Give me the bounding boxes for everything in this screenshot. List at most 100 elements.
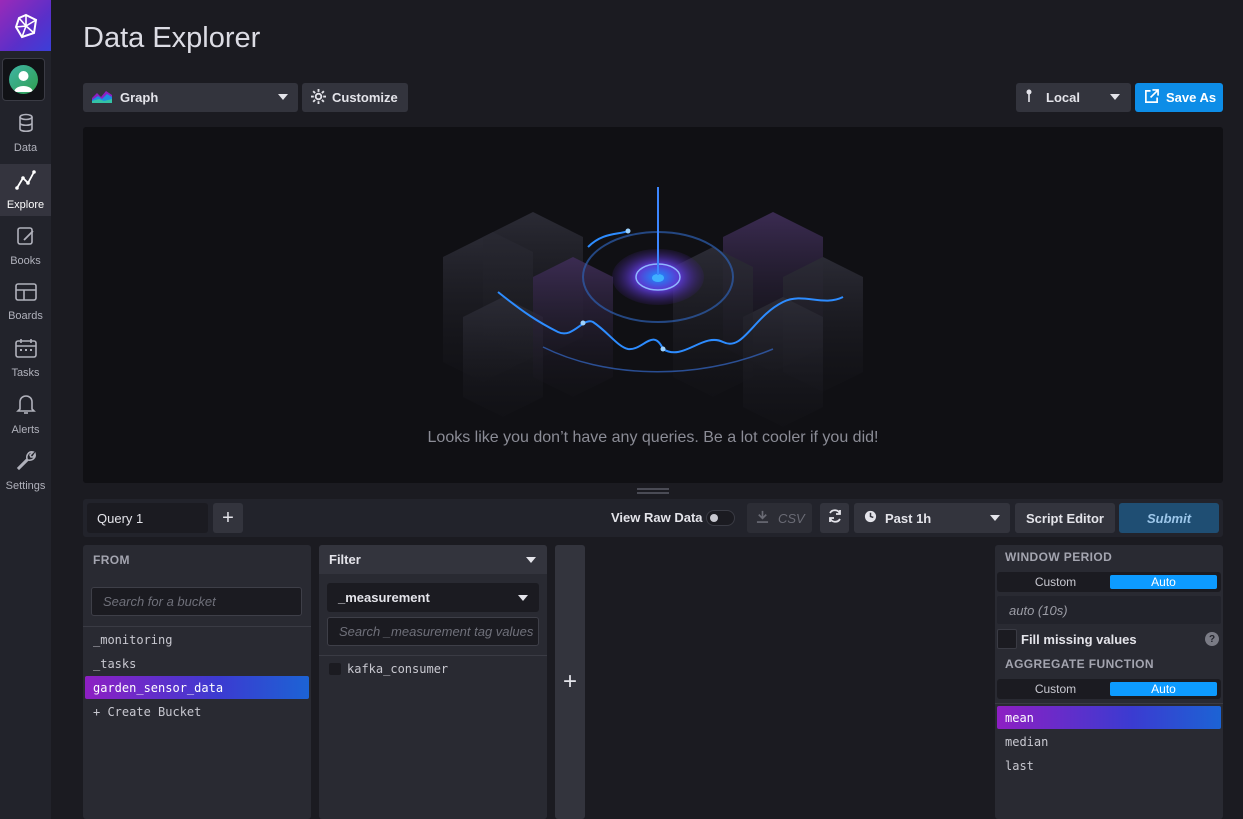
aggregate-panel: WINDOW PERIOD Custom Auto auto (10s) Fil… [995,545,1223,819]
clock-icon [864,510,877,526]
bell-icon [15,393,36,420]
user-avatar-icon [9,65,38,94]
from-panel-title: FROM [93,552,130,567]
bucket-item[interactable]: _tasks [85,652,309,675]
chevron-down-icon [278,94,288,100]
refresh-icon [827,508,843,529]
visualization-type-label: Graph [120,90,159,105]
chevron-down-icon [518,595,528,601]
aggregate-function-item[interactable]: median [997,730,1221,753]
view-raw-data-label: View Raw Data [611,510,703,525]
time-range-label: Past 1h [885,510,932,526]
page-title: Data Explorer [83,22,261,54]
aggregate-function-item[interactable]: last [997,754,1221,777]
aggregate-function-title: AGGREGATE FUNCTION [1005,657,1154,671]
sidebar: Data Explore Books Boards Tasks Alerts S… [0,0,51,819]
aggregate-custom-option[interactable]: Custom [1002,682,1109,696]
query-tab[interactable]: Query 1 [87,503,208,533]
create-bucket-link[interactable]: + Create Bucket [85,700,309,723]
sidebar-item-explore[interactable]: Explore [0,164,51,216]
filter-panel: Filter _measurement Search _measurement … [319,545,547,819]
tag-value-checkbox[interactable] [329,663,341,675]
customize-button[interactable]: Customize [302,83,408,112]
graph-empty-state: Looks like you don’t have any queries. B… [83,127,1223,483]
chevron-down-icon [990,515,1000,521]
divider [83,626,311,627]
toggle-knob [710,514,718,522]
download-icon [756,510,769,526]
tag-key-label: _measurement [338,590,430,605]
sidebar-item-label: Tasks [11,366,40,379]
bucket-item[interactable]: _monitoring [85,628,309,651]
timezone-dropdown[interactable]: Local [1016,83,1131,112]
window-period-auto-option[interactable]: Auto [1110,575,1217,589]
tag-key-dropdown[interactable]: _measurement [327,583,539,612]
sidebar-item-books[interactable]: Books [0,220,51,272]
window-period-custom-option[interactable]: Custom [1002,575,1109,589]
divider [995,703,1223,704]
sidebar-item-tasks[interactable]: Tasks [0,332,51,384]
sidebar-item-data[interactable]: Data [0,107,51,159]
tag-value-label: kafka_consumer [347,662,449,676]
influxdb-logo-icon[interactable] [0,0,51,51]
dashboard-grid-icon [14,282,37,306]
add-filter-button[interactable]: + [555,545,585,819]
window-period-mode-toggle: Custom Auto [997,572,1221,592]
add-query-button[interactable]: + [213,503,243,533]
sidebar-item-label: Alerts [11,423,40,436]
query-bar: Query 1 + View Raw Data CSV Past 1h Scri… [83,499,1223,537]
notebook-icon [16,226,36,251]
csv-download-button[interactable]: CSV [747,503,812,533]
submit-button[interactable]: Submit [1119,503,1219,533]
save-as-label: Save As [1166,90,1217,105]
graph-type-icon [92,89,112,106]
sidebar-item-settings[interactable]: Settings [0,444,51,496]
filter-function-dropdown[interactable]: Filter [319,545,547,574]
database-icon [18,113,34,138]
bucket-search-input[interactable]: Search for a bucket [91,587,302,616]
sidebar-item-label: Explore [6,198,45,211]
resize-drag-handle[interactable] [637,488,669,494]
aggregate-function-item-selected[interactable]: mean [997,706,1221,729]
aggregate-mode-toggle: Custom Auto [997,679,1221,699]
csv-label: CSV [778,510,805,526]
timezone-label: Local [1046,90,1080,105]
help-icon[interactable]: ? [1205,632,1219,646]
filter-label: Filter [329,552,361,567]
empty-state-illustration [443,187,863,427]
sidebar-item-label: Books [10,254,41,267]
wrench-icon [15,449,37,476]
sidebar-item-label: Settings [5,479,46,492]
aggregate-auto-option[interactable]: Auto [1110,682,1217,696]
calendar-icon [14,338,37,363]
refresh-button[interactable] [820,503,849,533]
gear-icon [311,88,326,107]
chevron-down-icon [1110,94,1120,100]
script-editor-button[interactable]: Script Editor [1015,503,1115,533]
sidebar-item-label: Data [13,141,38,154]
chevron-down-icon [526,557,536,563]
fill-missing-checkbox[interactable] [997,629,1017,649]
fill-missing-label: Fill missing values [1021,631,1137,647]
time-range-dropdown[interactable]: Past 1h [854,503,1010,533]
tag-value-item[interactable]: kafka_consumer [329,659,448,679]
fill-missing-row: Fill missing values ? [997,629,1221,649]
empty-state-message: Looks like you don’t have any queries. B… [427,429,879,446]
tag-value-search-input[interactable]: Search _measurement tag values [327,617,539,646]
user-avatar-button[interactable] [2,58,45,101]
export-icon [1144,88,1159,107]
bucket-item-selected[interactable]: garden_sensor_data [85,676,309,699]
from-panel: FROM Search for a bucket _monitoring _ta… [83,545,311,819]
sidebar-item-alerts[interactable]: Alerts [0,388,51,440]
visualization-type-dropdown[interactable]: Graph [83,83,298,112]
divider [319,655,547,656]
sidebar-item-boards[interactable]: Boards [0,276,51,328]
sidebar-item-label: Boards [8,309,43,322]
save-as-button[interactable]: Save As [1135,83,1223,112]
explore-graph-icon [14,169,37,195]
customize-label: Customize [332,90,398,105]
window-period-title: WINDOW PERIOD [1005,550,1113,564]
pin-icon [1026,89,1032,106]
view-raw-data-toggle[interactable] [706,510,735,526]
window-period-input[interactable]: auto (10s) [997,596,1221,624]
